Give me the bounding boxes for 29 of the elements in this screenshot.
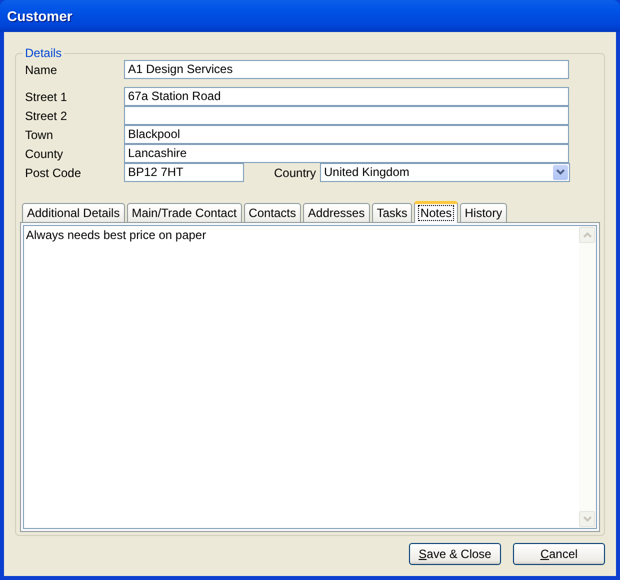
tab[interactable]: Tasks: [372, 203, 412, 222]
tab[interactable]: Notes: [414, 201, 458, 223]
field-label: Post Code: [24, 166, 82, 180]
input-field[interactable]: BP12 7HT: [124, 162, 244, 182]
window-title: Customer: [7, 8, 72, 24]
country-dropdown[interactable]: United Kingdom: [320, 162, 570, 182]
scrollbar[interactable]: [579, 226, 596, 528]
scroll-down-icon[interactable]: [579, 511, 595, 527]
field-label: Country: [274, 166, 318, 180]
field-label: Street 1: [24, 90, 68, 104]
field-label: Street 2: [24, 108, 68, 122]
input-field[interactable]: [124, 106, 569, 124]
tab[interactable]: Addresses: [303, 203, 370, 222]
input-field[interactable]: Blackpool: [124, 124, 569, 144]
field-label: County: [24, 146, 64, 160]
input-field[interactable]: 67a Station Road: [124, 86, 569, 106]
tab[interactable]: Additional Details: [22, 203, 125, 222]
field-label: Name: [24, 62, 58, 76]
group-title: Details: [24, 46, 63, 60]
field-label: Town: [24, 128, 54, 142]
tab[interactable]: Main/Trade Contact: [126, 203, 242, 222]
tab[interactable]: History: [460, 203, 508, 222]
cancel-button[interactable]: Cancel: [513, 543, 605, 565]
tab[interactable]: Contacts: [244, 203, 302, 222]
input-field[interactable]: Lancashire: [124, 144, 569, 162]
save-button[interactable]: Save & Close: [409, 543, 501, 565]
scroll-up-icon[interactable]: [579, 227, 595, 243]
input-field[interactable]: A1 Design Services: [124, 60, 569, 79]
notes-field[interactable]: Always needs best price on paper: [23, 225, 597, 529]
